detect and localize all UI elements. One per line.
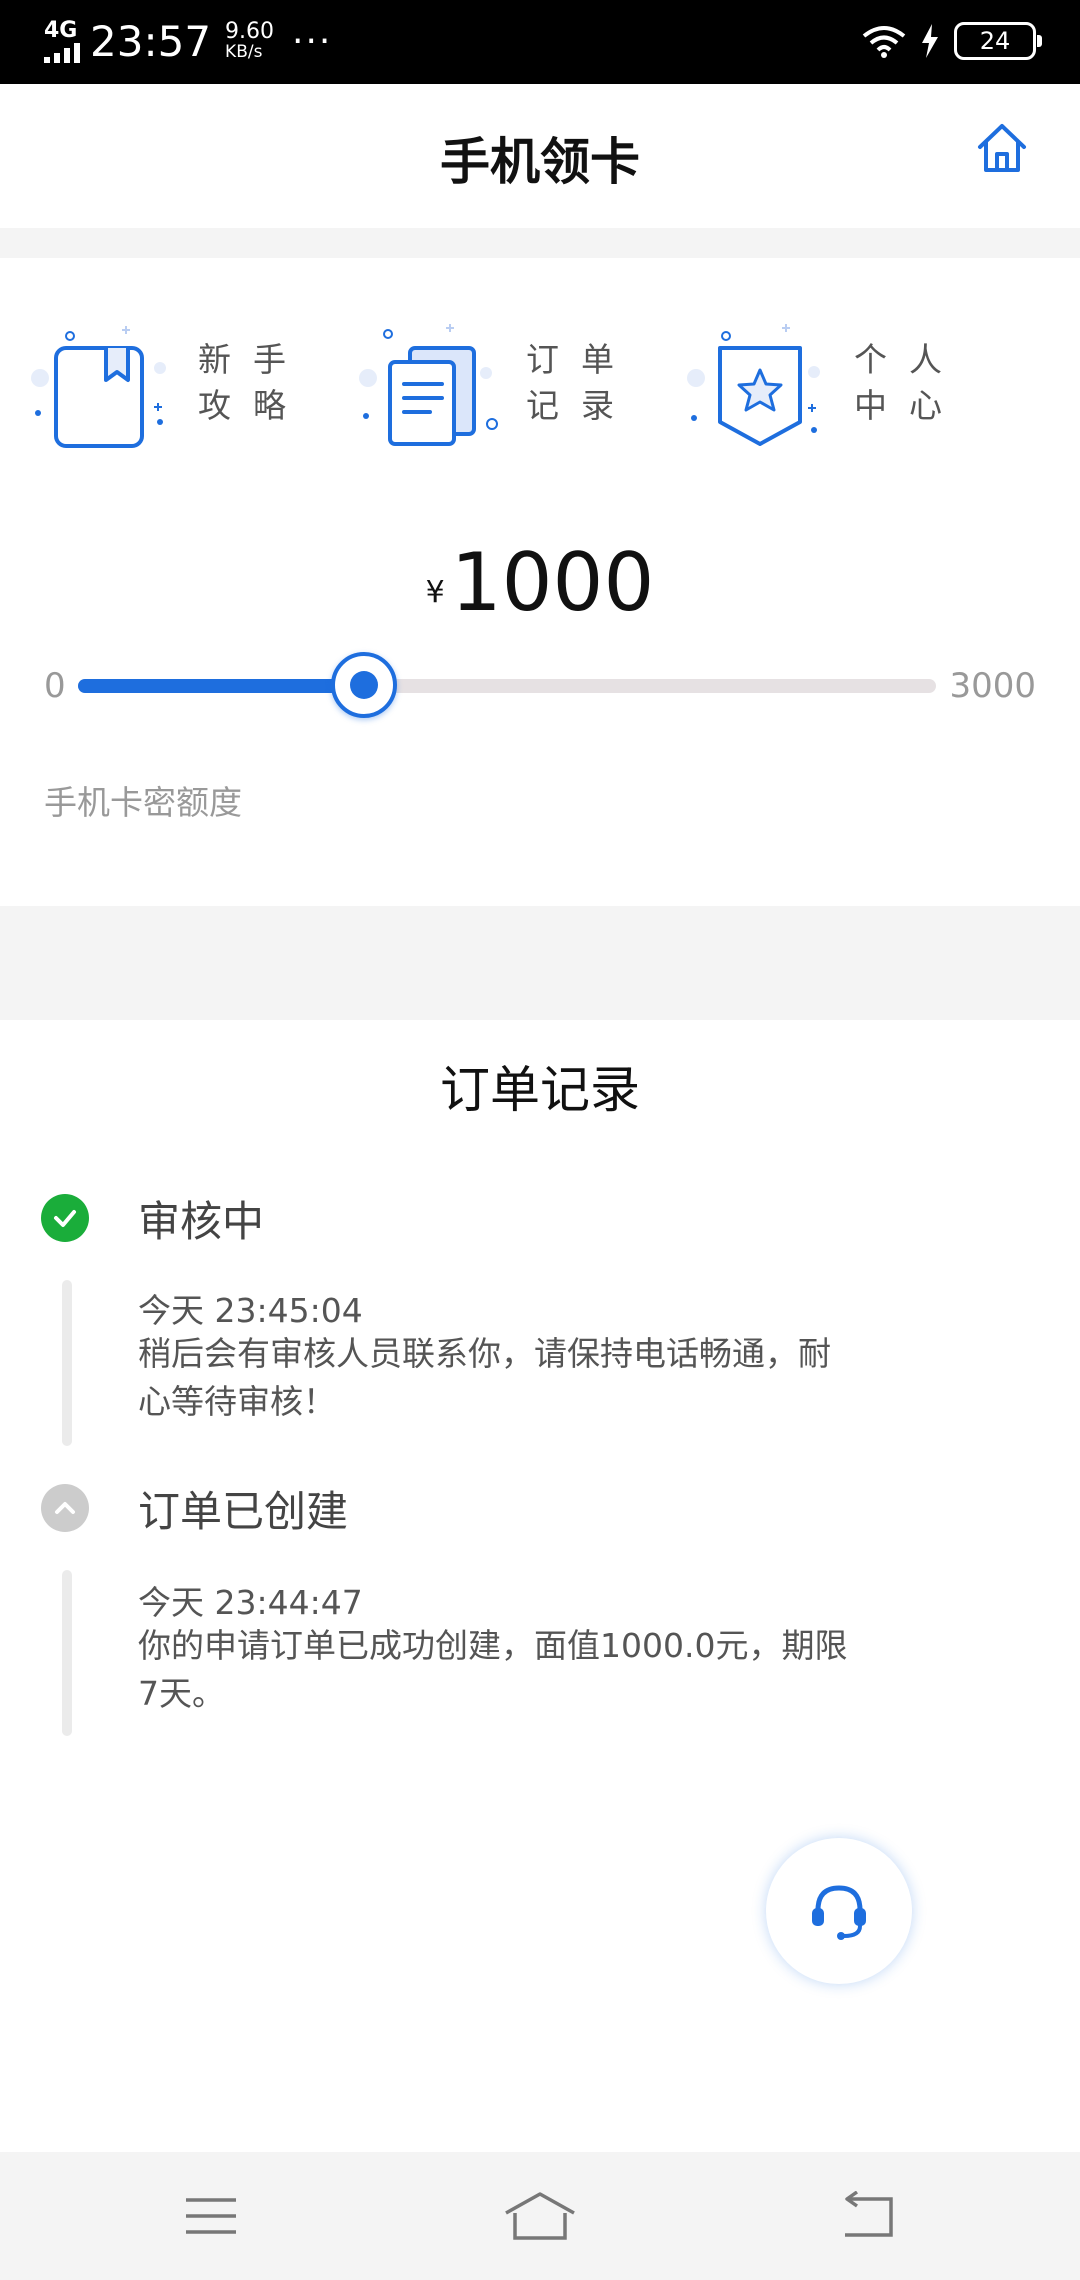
home-button[interactable] bbox=[968, 112, 1036, 184]
system-nav-bar bbox=[0, 2152, 1080, 2280]
document-icon bbox=[359, 324, 498, 446]
shortcut-label: 新手攻略 bbox=[198, 340, 308, 425]
star-badge-icon bbox=[687, 324, 820, 446]
book-icon bbox=[31, 326, 166, 448]
slider-min-label: 0 bbox=[44, 666, 66, 706]
clock: 23:57 bbox=[90, 17, 212, 66]
quota-label: 手机卡密额度 bbox=[44, 783, 242, 822]
back-icon bbox=[845, 2191, 893, 2237]
more-notifications-icon: ··· bbox=[292, 21, 333, 62]
amount-slider[interactable] bbox=[78, 652, 936, 718]
step-description: 你的申请订单已成功创建，面值1000.0元，期限7天。 bbox=[138, 1626, 848, 1713]
slider-fill bbox=[78, 679, 364, 693]
customer-service-button[interactable] bbox=[766, 1838, 912, 1984]
timeline-line bbox=[62, 1570, 72, 1736]
timeline-line bbox=[62, 1280, 72, 1446]
nav-home-button[interactable] bbox=[500, 2186, 580, 2246]
order-records-card: 订单记录 审核中 今天 23:45:04 稍后会有审核人员联系你，请保持电话畅通… bbox=[0, 1020, 1080, 2152]
slider-thumb[interactable] bbox=[330, 652, 397, 718]
home-icon bbox=[505, 2192, 575, 2240]
step-title: 审核中 bbox=[138, 1197, 265, 1246]
shortcut-orders[interactable]: 订单记录 bbox=[358, 308, 678, 458]
back-button[interactable] bbox=[829, 2186, 909, 2246]
home-icon bbox=[978, 124, 1026, 172]
status-bar: 4G 23:57 9.60 KB/s ··· 24 bbox=[0, 0, 1080, 84]
headset-icon bbox=[812, 1885, 866, 1940]
charging-icon bbox=[922, 24, 938, 58]
slider-max-label: 3000 bbox=[949, 666, 1036, 706]
shortcut-grid: 新手攻略 订单记录 个人中心 bbox=[0, 308, 1080, 458]
currency-symbol: ¥ bbox=[425, 575, 445, 610]
step-time: 今天 23:44:47 bbox=[138, 1583, 363, 1622]
menu-button[interactable] bbox=[171, 2186, 251, 2246]
amount-value: 1000 bbox=[450, 536, 655, 629]
step-time: 今天 23:45:04 bbox=[138, 1291, 363, 1330]
network-speed: 9.60 KB/s bbox=[225, 19, 275, 63]
limit-card: 新手攻略 订单记录 个人中心 ¥1000 0 3000 手机卡密额度 bbox=[0, 258, 1080, 906]
section-title: 订单记录 bbox=[440, 1061, 640, 1119]
check-circle-icon bbox=[41, 1194, 89, 1242]
shortcut-label: 个人中心 bbox=[854, 340, 964, 425]
chevron-up-icon bbox=[41, 1484, 89, 1532]
shortcut-guide[interactable]: 新手攻略 bbox=[30, 308, 350, 458]
wifi-icon bbox=[862, 26, 906, 58]
network-type: 4G bbox=[44, 18, 78, 43]
shortcut-profile[interactable]: 个人中心 bbox=[686, 308, 1006, 458]
menu-icon bbox=[186, 2198, 236, 2234]
step-title: 订单已创建 bbox=[138, 1487, 349, 1536]
signal-icon: 4G bbox=[44, 18, 80, 63]
amount-display: ¥1000 bbox=[0, 536, 1080, 629]
page-title: 手机领卡 bbox=[440, 133, 640, 191]
step-description: 稍后会有审核人员联系你，请保持电话畅通，耐心等待审核！ bbox=[138, 1334, 831, 1421]
battery-indicator: 24 bbox=[954, 22, 1042, 60]
app-header: 手机领卡 bbox=[0, 84, 1080, 228]
shortcut-label: 订单记录 bbox=[526, 340, 636, 425]
